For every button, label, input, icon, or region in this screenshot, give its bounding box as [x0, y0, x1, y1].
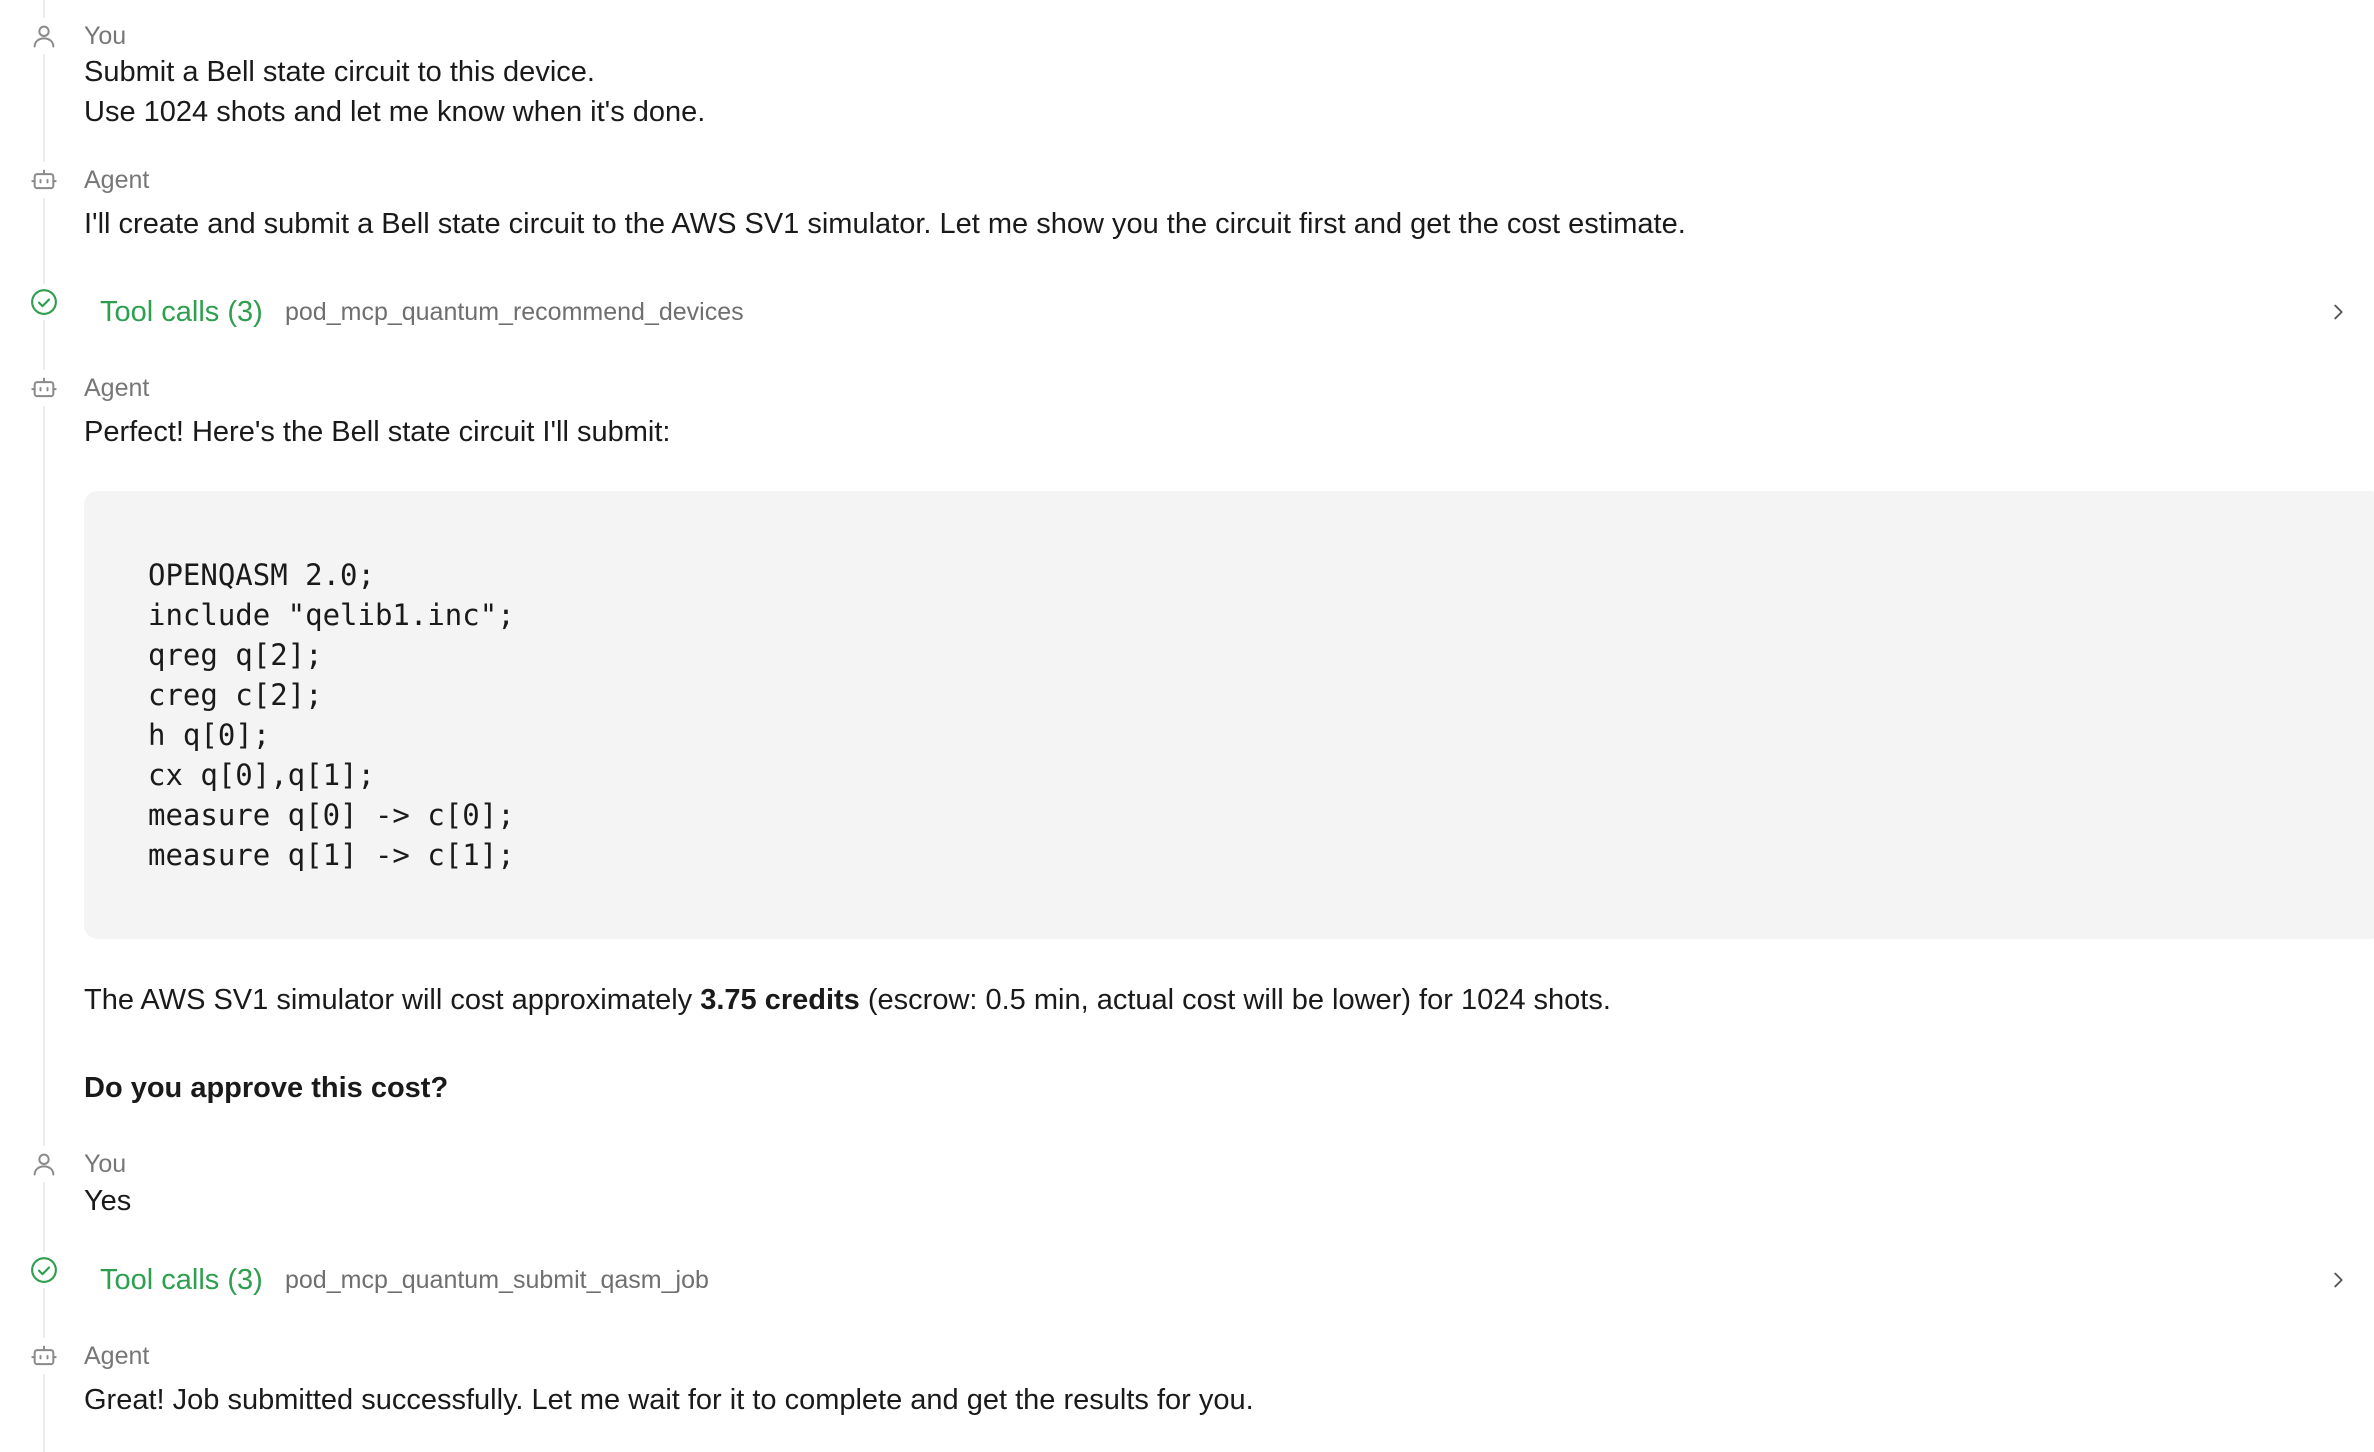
code-content: OPENQASM 2.0; include "qelib1.inc"; qreg… [148, 558, 515, 872]
check-circle-icon [26, 1252, 62, 1288]
message-role: Agent [84, 374, 150, 402]
message-text: Yes [84, 1185, 132, 1217]
robot-icon [26, 162, 62, 198]
code-block: OPENQASM 2.0; include "qelib1.inc"; qreg… [84, 491, 2374, 939]
cost-prefix: The AWS SV1 simulator will cost approxim… [84, 984, 701, 1016]
tool-calls-row[interactable]: Tool calls (3) pod_mcp_quantum_recommend… [0, 284, 2374, 340]
message-text: Submit a Bell state circuit to this devi… [84, 56, 595, 88]
robot-icon [26, 1338, 62, 1374]
message-text: Perfect! Here's the Bell state circuit I… [84, 416, 671, 448]
timeline-line [43, 0, 45, 1452]
message-role: Agent [84, 166, 150, 194]
tool-call-name: pod_mcp_quantum_submit_qasm_job [285, 1266, 709, 1294]
user-icon [26, 18, 62, 54]
cost-estimate-text: The AWS SV1 simulator will cost approxim… [84, 980, 1611, 1020]
message-text: Use 1024 shots and let me know when it's… [84, 96, 706, 128]
user-icon [26, 1146, 62, 1182]
message-text: I'll create and submit a Bell state circ… [84, 208, 1686, 240]
tool-calls-label: Tool calls (3) [100, 1264, 263, 1296]
tool-call-name: pod_mcp_quantum_recommend_devices [285, 298, 744, 326]
cost-amount: 3.75 credits [700, 984, 860, 1016]
check-circle-icon [26, 284, 62, 320]
approval-question: Do you approve this cost? [84, 1072, 449, 1104]
chat-thread: You Submit a Bell state circuit to this … [0, 0, 2374, 1452]
cost-suffix: (escrow: 0.5 min, actual cost will be lo… [859, 984, 1611, 1016]
message-role: Agent [84, 1342, 150, 1370]
message-role: You [84, 1150, 127, 1178]
robot-icon [26, 370, 62, 406]
message-text: Great! Job submitted successfully. Let m… [84, 1384, 1254, 1416]
chevron-right-icon[interactable] [2324, 1266, 2352, 1294]
tool-calls-label: Tool calls (3) [100, 296, 263, 328]
message-role: You [84, 22, 127, 50]
chevron-right-icon[interactable] [2324, 298, 2352, 326]
tool-calls-row[interactable]: Tool calls (3) pod_mcp_quantum_submit_qa… [0, 1252, 2374, 1308]
